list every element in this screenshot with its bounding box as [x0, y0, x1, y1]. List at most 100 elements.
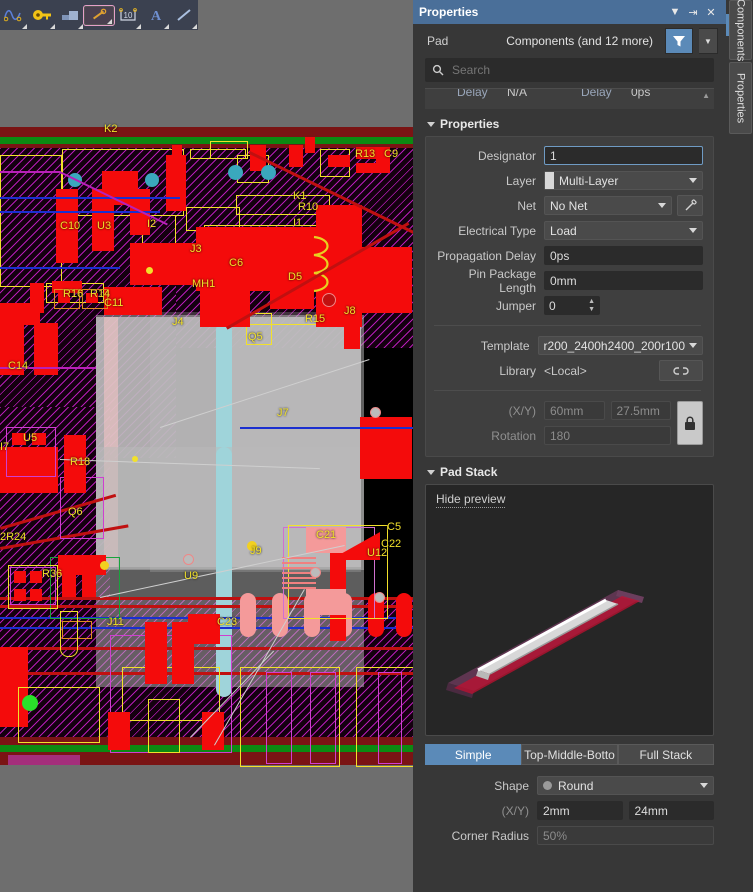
- panel-title-bar: Properties ▼ ⇥ ✕: [413, 0, 726, 24]
- rotation-input[interactable]: 180: [544, 426, 671, 445]
- tab-full-stack[interactable]: Full Stack: [617, 744, 714, 765]
- pcb-designator-label[interactable]: J11: [107, 616, 124, 628]
- pcb-designator-label[interactable]: R36: [42, 568, 62, 580]
- pcb-designator-label[interactable]: C9: [384, 148, 398, 160]
- panel-title-text: Properties: [419, 5, 479, 19]
- net-select[interactable]: No Net: [544, 196, 672, 215]
- pcb-designator-label[interactable]: C11: [104, 297, 123, 309]
- library-link-button[interactable]: [659, 360, 703, 381]
- place-keepout-icon[interactable]: [28, 1, 56, 29]
- pcb-designator-label[interactable]: U9: [184, 570, 198, 582]
- place-pad-icon[interactable]: [83, 4, 115, 26]
- position-lock-button[interactable]: [677, 401, 703, 445]
- pcb-editor-canvas-area[interactable]: 10 A K2 R13 C9 C10 U3 I2 K1 R10 I1 J3 C6…: [0, 0, 413, 892]
- filter-dropdown-button[interactable]: ▼: [699, 28, 718, 54]
- pcb-designator-label[interactable]: D5: [288, 271, 302, 283]
- round-shape-icon: [543, 781, 552, 790]
- pcb-designator-label[interactable]: I1: [293, 217, 302, 229]
- vertical-tab-components[interactable]: Components: [729, 0, 752, 61]
- pcb-designator-label[interactable]: C23: [217, 616, 237, 628]
- chevron-down-icon[interactable]: ▼: [666, 3, 684, 21]
- pcb-designator-label[interactable]: C5: [387, 521, 401, 533]
- search-box[interactable]: [425, 58, 714, 82]
- position-x-input[interactable]: 60mm: [544, 401, 605, 420]
- position-y-input[interactable]: 27.5mm: [610, 401, 671, 420]
- pcb-designator-label[interactable]: R10: [298, 201, 318, 213]
- pcb-designator-label[interactable]: I7: [0, 441, 9, 453]
- close-icon[interactable]: ✕: [702, 3, 720, 21]
- propagation-delay-input[interactable]: 0ps: [544, 246, 703, 265]
- search-input[interactable]: [450, 62, 707, 78]
- place-net-tie-icon[interactable]: [0, 1, 28, 29]
- funnel-icon: [673, 36, 685, 47]
- rotation-label: Rotation: [491, 428, 536, 443]
- pcb-designator-label[interactable]: R15: [305, 313, 325, 325]
- size-y-input[interactable]: 24mm: [628, 801, 714, 820]
- pad-stack-fields: Shape Round (X/Y) 2mm 24mm Corner Radius: [425, 773, 714, 848]
- pcb-designator-label[interactable]: C10: [60, 220, 80, 232]
- right-tab-strip: Components Properties: [726, 0, 753, 892]
- divider: [434, 390, 701, 391]
- pcb-designator-label[interactable]: MH1: [192, 278, 215, 290]
- scroll-up-arrow-icon[interactable]: ▲: [702, 91, 710, 100]
- place-dimension-icon[interactable]: 10: [114, 1, 142, 29]
- layer-select[interactable]: Multi-Layer: [544, 171, 703, 190]
- pcb-designator-label[interactable]: R13: [355, 148, 375, 160]
- field-designator: Designator 1: [432, 143, 703, 168]
- corner-radius-input[interactable]: 50%: [537, 826, 714, 845]
- vertical-tab-properties[interactable]: Properties: [729, 62, 752, 134]
- properties-group: Designator 1 Layer Multi-Layer Net No Ne…: [425, 136, 714, 457]
- net-label: Net: [517, 198, 536, 213]
- pcb-designator-label[interactable]: R16: [63, 288, 83, 300]
- tab-simple[interactable]: Simple: [425, 744, 522, 765]
- pcb-designator-label[interactable]: J9: [250, 545, 262, 557]
- chevron-down-icon: [700, 783, 708, 788]
- pad-stack-mode-tabs[interactable]: Simple Top-Middle-Botto Full Stack: [425, 744, 714, 765]
- pcb-designator-label[interactable]: C6: [229, 257, 243, 269]
- jumper-stepper[interactable]: 0 ▲ ▼: [544, 296, 600, 315]
- pcb-designator-label[interactable]: U3: [97, 220, 111, 232]
- section-header-pad-stack[interactable]: Pad Stack: [413, 457, 726, 484]
- pcb-designator-label[interactable]: I2: [147, 218, 156, 230]
- field-size-xy: (X/Y) 2mm 24mm: [425, 798, 714, 823]
- pcb-designator-label[interactable]: Q6: [68, 506, 83, 518]
- field-propagation-delay: Propagation Delay 0ps: [432, 243, 703, 268]
- pcb-designator-label[interactable]: C14: [8, 360, 28, 372]
- template-label: Template: [480, 338, 530, 353]
- pcb-designator-label[interactable]: 2R24: [0, 531, 26, 543]
- net-picker-button[interactable]: [677, 195, 703, 216]
- pcb-designator-label[interactable]: K2: [104, 123, 117, 135]
- stepper-arrows[interactable]: ▲ ▼: [588, 298, 595, 313]
- pad-stack-preview[interactable]: Hide preview: [425, 484, 714, 736]
- lock-icon: [685, 416, 695, 430]
- section-header-properties[interactable]: Properties: [413, 109, 726, 136]
- partial-cell-2: N/A: [507, 88, 528, 99]
- filter-button[interactable]: [665, 28, 693, 54]
- pcb-designator-label[interactable]: C21: [316, 529, 336, 541]
- size-x-input[interactable]: 2mm: [537, 801, 623, 820]
- section-title: Pad Stack: [440, 465, 498, 479]
- electrical-type-select[interactable]: Load: [544, 221, 703, 240]
- pad-3d-render: [446, 590, 644, 698]
- pin-package-length-input[interactable]: 0mm: [544, 271, 703, 290]
- pcb-designator-label[interactable]: Q5: [248, 331, 263, 343]
- placement-toolbar[interactable]: 10 A: [0, 0, 198, 30]
- field-layer: Layer Multi-Layer: [432, 168, 703, 193]
- pin-icon[interactable]: ⇥: [684, 3, 702, 21]
- pcb-designator-label[interactable]: J3: [190, 243, 202, 255]
- template-select[interactable]: r200_2400h2400_200r100: [537, 336, 703, 355]
- jumper-value: 0: [549, 298, 556, 313]
- pcb-designator-label[interactable]: U5: [23, 432, 37, 444]
- pcb-designator-label[interactable]: J7: [277, 407, 289, 419]
- shape-select[interactable]: Round: [537, 776, 714, 795]
- designator-input[interactable]: 1: [544, 146, 703, 165]
- chevron-down-icon: [689, 343, 697, 348]
- place-polygon-icon[interactable]: [56, 1, 84, 29]
- pcb-designator-label[interactable]: J8: [344, 305, 356, 317]
- place-string-icon[interactable]: A: [142, 1, 170, 29]
- pcb-designator-label[interactable]: R18: [70, 456, 90, 468]
- pcb-designator-label[interactable]: U12: [367, 547, 387, 559]
- place-line-icon[interactable]: [170, 1, 198, 29]
- pcb-designator-label[interactable]: J4: [172, 316, 184, 328]
- tab-top-middle-bottom[interactable]: Top-Middle-Botto: [521, 744, 618, 765]
